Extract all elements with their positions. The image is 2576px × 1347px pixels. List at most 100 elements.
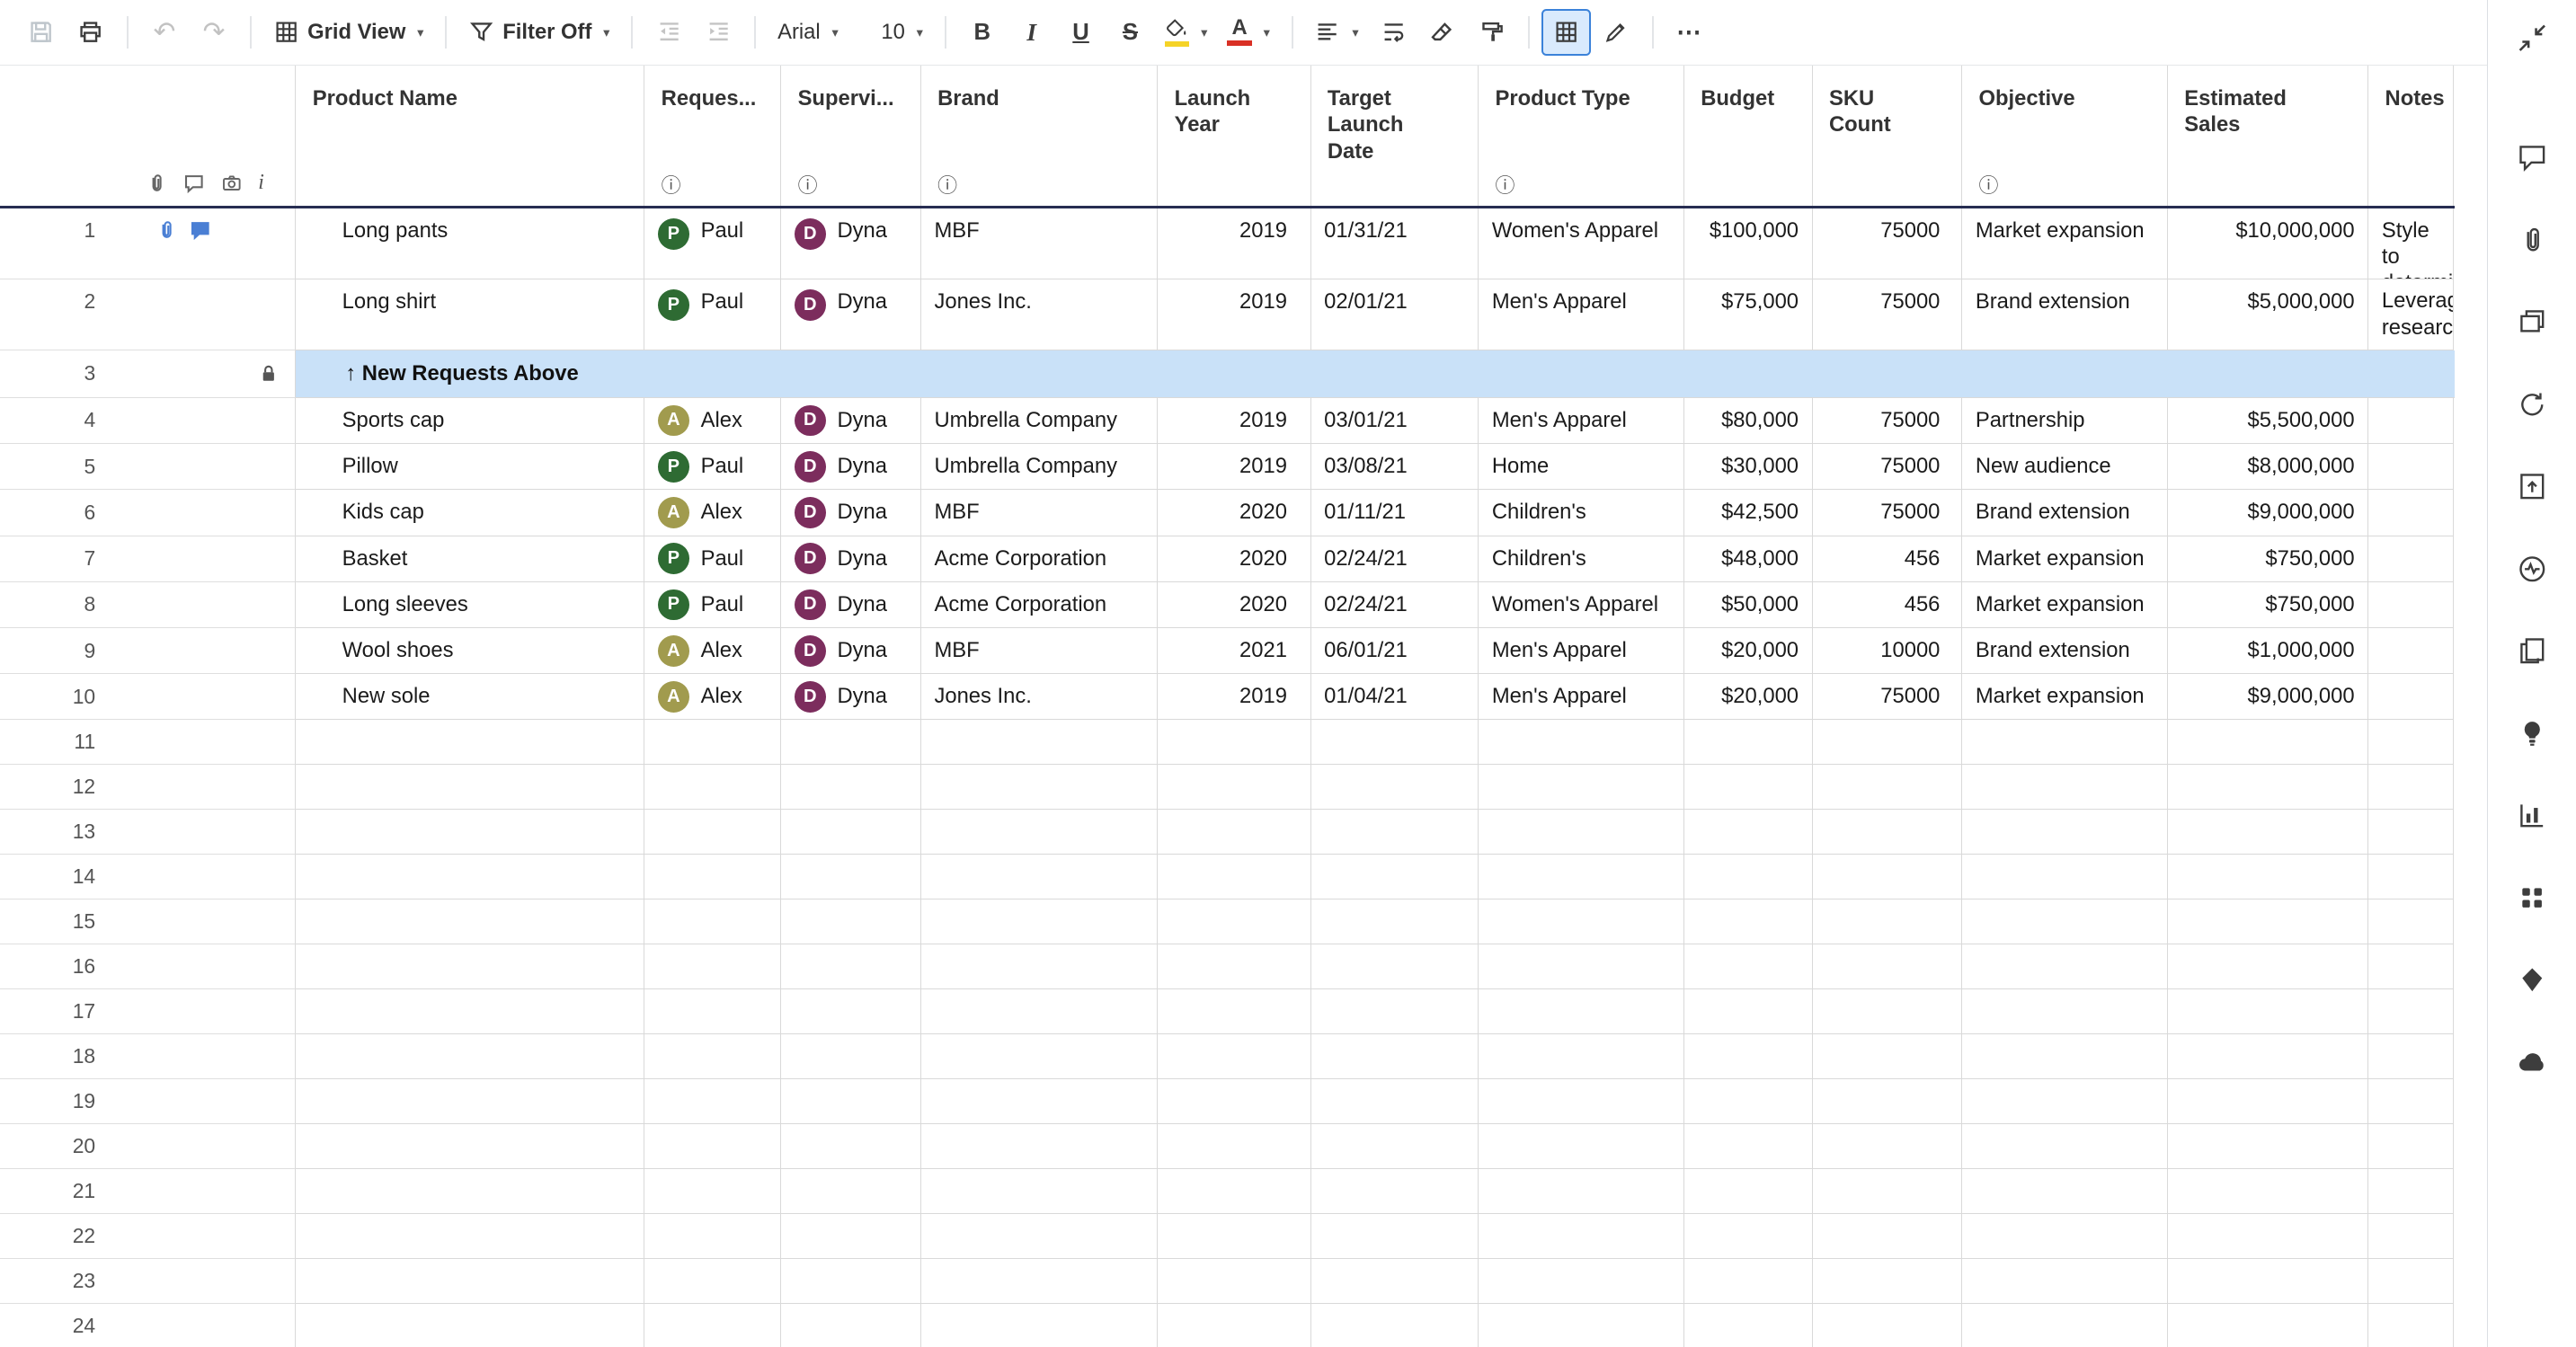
cell-target_date[interactable]: [1311, 1169, 1479, 1214]
cell-notes[interactable]: Style to determine: [2368, 208, 2454, 279]
cell-notes[interactable]: [2368, 1124, 2454, 1169]
cell-requested[interactable]: AAlex: [644, 674, 781, 720]
column-header-supervisor[interactable]: Supervi...ⓘ: [781, 66, 921, 206]
cell-objective[interactable]: [1962, 1214, 2168, 1259]
cell-budget[interactable]: $42,500: [1684, 490, 1813, 536]
column-info-icon[interactable]: ⓘ: [1979, 176, 1999, 196]
cell-product_type[interactable]: [1479, 944, 1684, 989]
redo-button[interactable]: ↷: [189, 9, 238, 55]
cell-objective[interactable]: [1962, 1169, 2168, 1214]
print-button[interactable]: [66, 9, 115, 55]
cell-objective[interactable]: [1962, 810, 2168, 855]
cell-notes[interactable]: [2368, 810, 2454, 855]
cell-sku[interactable]: 75000: [1813, 208, 1963, 279]
cell-notes[interactable]: [2368, 720, 2454, 765]
cell-product[interactable]: [296, 765, 644, 810]
row-number[interactable]: 3: [0, 361, 105, 385]
cell-brand[interactable]: MBF: [921, 208, 1159, 279]
cell-objective[interactable]: Brand extension: [1962, 628, 2168, 674]
cell-product[interactable]: Basket: [296, 536, 644, 582]
cell-budget[interactable]: [1684, 1304, 1813, 1347]
cell-sku[interactable]: 75000: [1813, 279, 1963, 350]
cell-supervisor[interactable]: [781, 855, 921, 899]
cell-requested[interactable]: [644, 720, 781, 765]
cell-objective[interactable]: Brand extension: [1962, 279, 2168, 350]
more-button[interactable]: ⋯: [1665, 9, 1714, 55]
cell-target_date[interactable]: [1311, 1259, 1479, 1304]
cell-notes[interactable]: [2368, 899, 2454, 944]
cell-notes[interactable]: [2368, 444, 2454, 490]
cell-objective[interactable]: [1962, 855, 2168, 899]
cell-budget[interactable]: $20,000: [1684, 674, 1813, 720]
cell-supervisor[interactable]: DDyna: [781, 582, 921, 628]
cell-brand[interactable]: [921, 989, 1159, 1034]
cell-target_date[interactable]: 02/24/21: [1311, 582, 1479, 628]
column-header-launch_year[interactable]: Launch Year: [1158, 66, 1310, 206]
cell-launch_year[interactable]: [1158, 1214, 1310, 1259]
row-number[interactable]: 4: [0, 408, 105, 432]
cell-product[interactable]: [296, 1169, 644, 1214]
cell-product[interactable]: Kids cap: [296, 490, 644, 536]
row-number[interactable]: 24: [0, 1314, 105, 1338]
cell-budget[interactable]: [1684, 1034, 1813, 1079]
cell-sku[interactable]: [1813, 1079, 1963, 1124]
cell-supervisor[interactable]: DDyna: [781, 398, 921, 444]
cell-est_sales[interactable]: [2168, 720, 2368, 765]
cell-target_date[interactable]: [1311, 720, 1479, 765]
cell-sku[interactable]: [1813, 720, 1963, 765]
cell-est_sales[interactable]: $10,000,000: [2168, 208, 2368, 279]
row-number[interactable]: 7: [0, 546, 105, 571]
collapse-panel-button[interactable]: [2512, 18, 2552, 58]
cell-product_type[interactable]: Women's Apparel: [1479, 208, 1684, 279]
cell-launch_year[interactable]: [1158, 1304, 1310, 1347]
column-header-product[interactable]: Product Name: [296, 66, 644, 206]
cell-notes[interactable]: [2368, 765, 2454, 810]
cell-sku[interactable]: 75000: [1813, 444, 1963, 490]
cell-objective[interactable]: Market expansion: [1962, 674, 2168, 720]
cell-launch_year[interactable]: [1158, 720, 1310, 765]
cell-sku[interactable]: 75000: [1813, 490, 1963, 536]
cell-brand[interactable]: Jones Inc.: [921, 674, 1159, 720]
cell-supervisor[interactable]: [781, 1304, 921, 1347]
cell-brand[interactable]: [921, 1034, 1159, 1079]
cell-sku[interactable]: 456: [1813, 582, 1963, 628]
cell-est_sales[interactable]: [2168, 944, 2368, 989]
cell-sku[interactable]: [1813, 899, 1963, 944]
wrap-text-button[interactable]: [1369, 9, 1418, 55]
row-number[interactable]: 9: [0, 639, 105, 663]
cell-budget[interactable]: [1684, 1214, 1813, 1259]
cell-supervisor[interactable]: [781, 720, 921, 765]
cell-supervisor[interactable]: DDyna: [781, 674, 921, 720]
font-size-select[interactable]: 10 ▾: [871, 9, 933, 55]
cell-product[interactable]: Long shirt: [296, 279, 644, 350]
clear-format-button[interactable]: [1418, 9, 1468, 55]
cell-sku[interactable]: [1813, 944, 1963, 989]
cell-product_type[interactable]: [1479, 1259, 1684, 1304]
cell-product[interactable]: [296, 1259, 644, 1304]
cell-brand[interactable]: [921, 1304, 1159, 1347]
cell-est_sales[interactable]: [2168, 1169, 2368, 1214]
cell-product_type[interactable]: [1479, 899, 1684, 944]
cell-product[interactable]: [296, 810, 644, 855]
cell-brand[interactable]: MBF: [921, 490, 1159, 536]
borders-button[interactable]: [1541, 9, 1591, 55]
cell-sku[interactable]: [1813, 1169, 1963, 1214]
cell-budget[interactable]: [1684, 1259, 1813, 1304]
cell-est_sales[interactable]: [2168, 1034, 2368, 1079]
cell-launch_year[interactable]: [1158, 765, 1310, 810]
cell-product[interactable]: [296, 899, 644, 944]
cell-notes[interactable]: [2368, 855, 2454, 899]
fill-color-button[interactable]: ▾: [1155, 9, 1218, 55]
cell-launch_year[interactable]: [1158, 1079, 1310, 1124]
cell-budget[interactable]: $100,000: [1684, 208, 1813, 279]
cell-est_sales[interactable]: $8,000,000: [2168, 444, 2368, 490]
cell-brand[interactable]: [921, 1124, 1159, 1169]
cell-target_date[interactable]: [1311, 1034, 1479, 1079]
cell-target_date[interactable]: 02/24/21: [1311, 536, 1479, 582]
cell-brand[interactable]: [921, 944, 1159, 989]
cell-brand[interactable]: [921, 1169, 1159, 1214]
bold-button[interactable]: B: [957, 9, 1007, 55]
cell-product_type[interactable]: Men's Apparel: [1479, 398, 1684, 444]
row-number[interactable]: 13: [0, 820, 105, 844]
column-info-icon[interactable]: ⓘ: [1495, 176, 1515, 196]
